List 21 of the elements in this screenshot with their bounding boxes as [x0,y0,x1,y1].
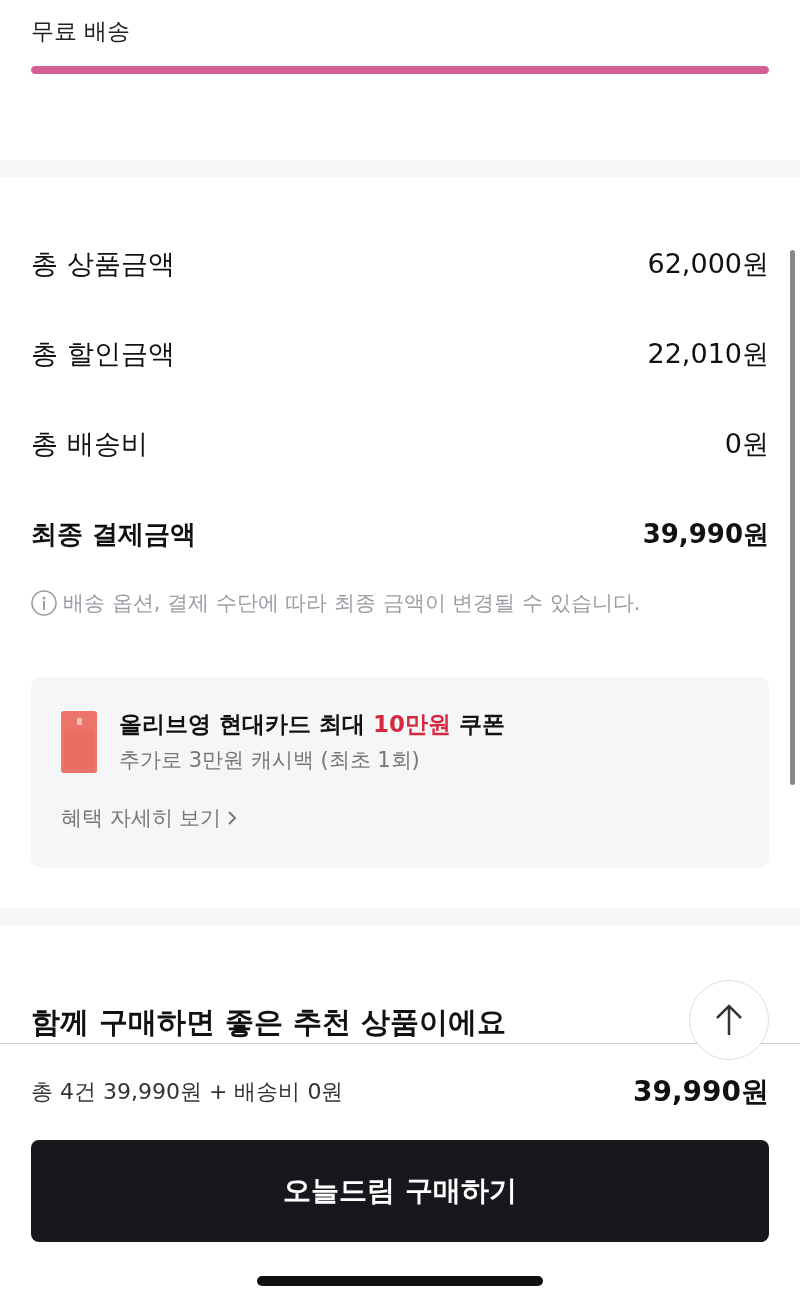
summary-value: 0원 [724,427,769,461]
section-heading: 함께 구매하면 좋은 추천 상품이에요 [31,1004,507,1041]
free-shipping-label: 무료 배송 [31,17,132,46]
notice-text: 배송 옵션, 결제 수단에 따라 최종 금액이 변경될 수 있습니다. [63,590,641,617]
benefit-details-link[interactable]: 혜택 자세히 보기 [61,804,238,832]
summary-label: 최종 결제금액 [31,517,197,551]
order-total: 39,990원 [632,1074,769,1110]
promo-subtitle: 추가로 3만원 캐시백 (최초 1회) [119,747,421,774]
summary-value: 22,010원 [647,337,769,371]
purchase-button[interactable]: 오늘드림 구매하기 [31,1140,769,1242]
summary-value: 62,000원 [647,247,769,281]
credit-card-icon [61,710,97,773]
chevron-right-icon [227,810,238,826]
summary-label: 총 할인금액 [31,337,175,371]
arrow-up-icon [714,1003,744,1037]
info-icon [31,590,57,616]
order-breakdown: 총 4건 39,990원 + 배송비 0원 [31,1078,344,1106]
summary-label: 총 상품금액 [31,247,175,281]
promo-title: 올리브영 현대카드 최대 10만원 쿠폰 [119,710,506,739]
summary-value: 39,990원 [642,517,769,551]
summary-label: 총 배송비 [31,427,148,461]
